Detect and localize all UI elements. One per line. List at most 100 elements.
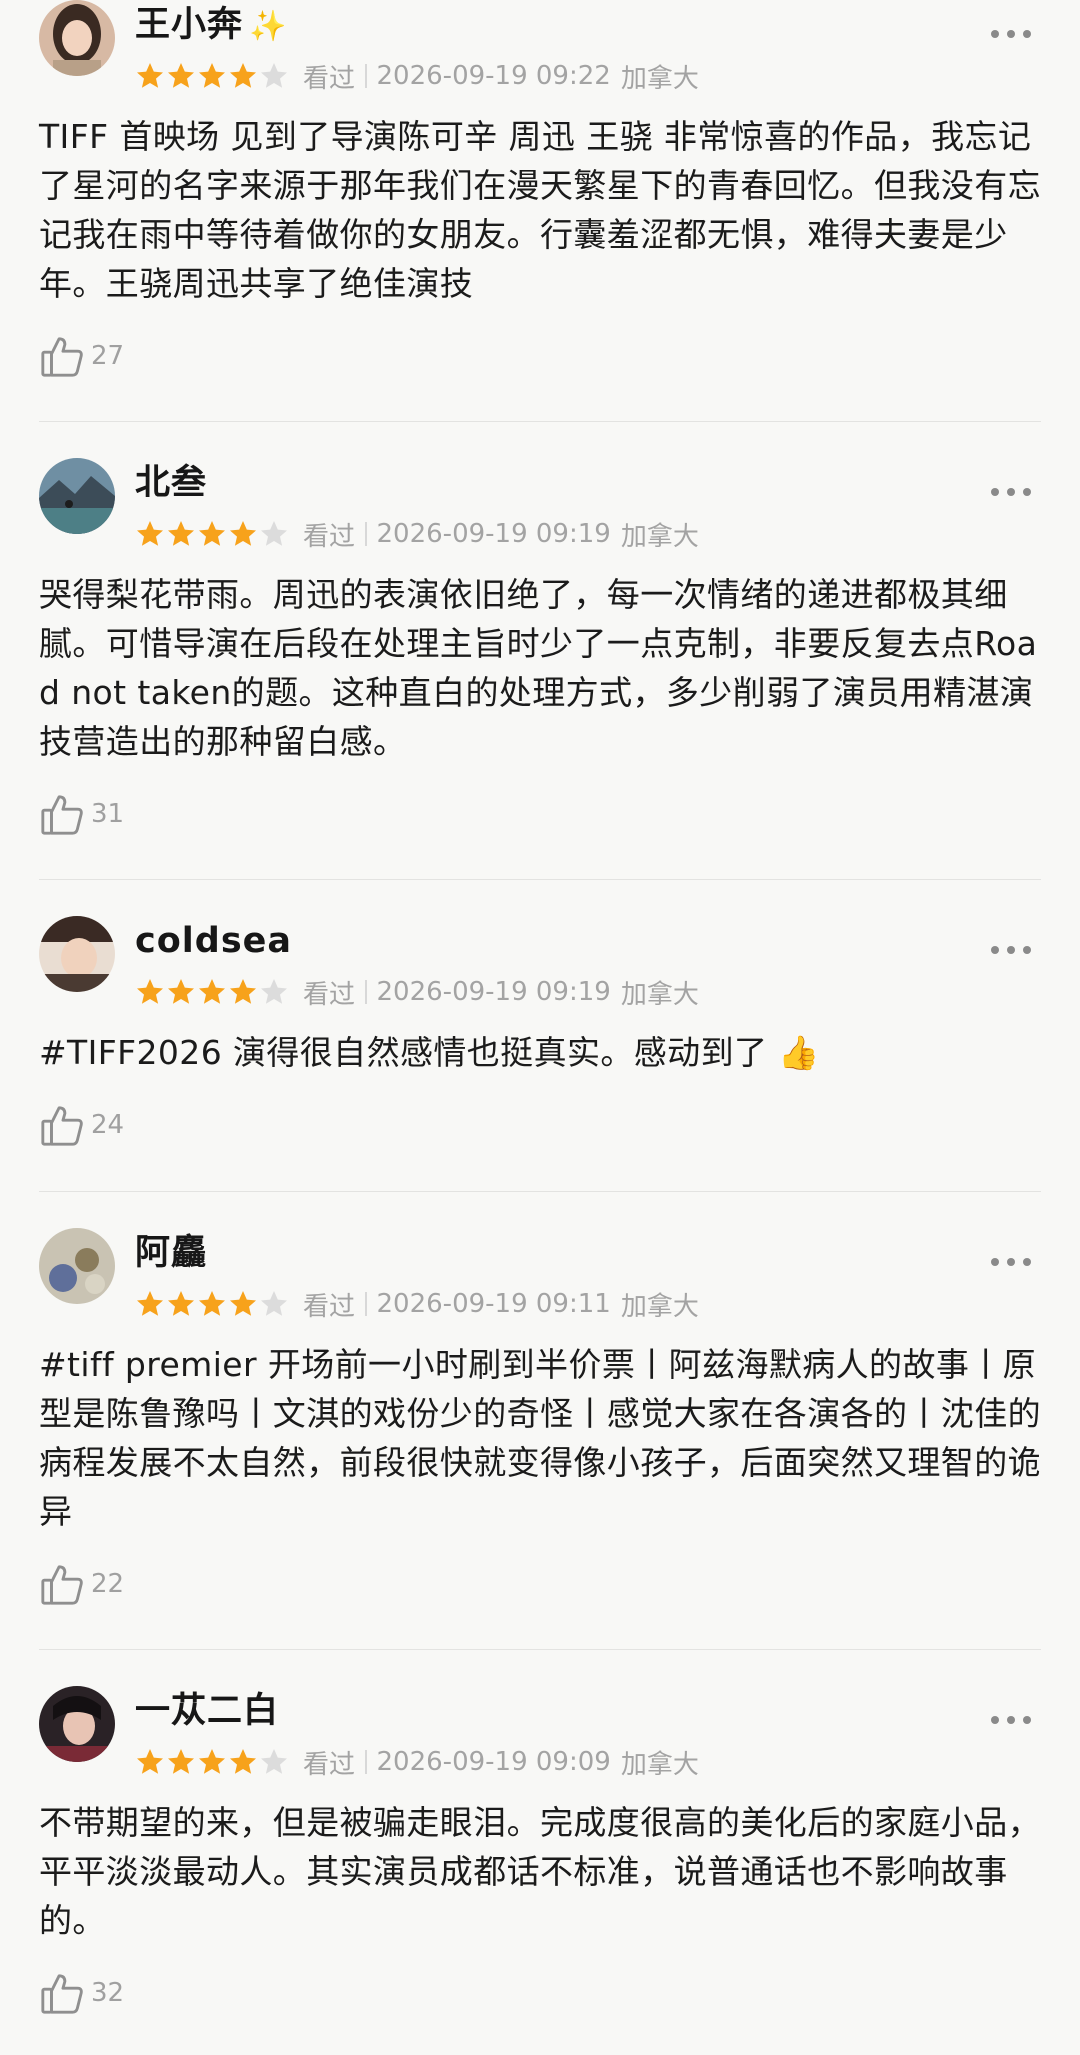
- star-filled-icon: [137, 521, 163, 546]
- review-text: #tiff premier 开场前一小时刷到半价票丨阿兹海默病人的故事丨原型是陈…: [39, 1345, 1041, 1531]
- star-filled-icon: [137, 1749, 163, 1774]
- like-count: 24: [91, 1110, 125, 1140]
- more-icon[interactable]: [991, 1710, 1031, 1730]
- like-icon: [39, 1102, 85, 1148]
- star-filled-icon: [230, 1291, 256, 1316]
- watch-status: 看过: [303, 1291, 356, 1322]
- divider: [365, 1750, 367, 1774]
- more-icon[interactable]: [991, 940, 1031, 960]
- star-filled-icon: [168, 1291, 194, 1316]
- rating-stars: [135, 1747, 289, 1777]
- star-filled-icon: [137, 63, 163, 88]
- avatar[interactable]: [39, 458, 115, 534]
- watch-status: 看过: [303, 521, 356, 552]
- review-meta: 看过 2026-09-19 09:11 加拿大: [135, 1286, 699, 1322]
- star-empty-icon: [261, 979, 287, 1004]
- divider: [365, 1292, 367, 1316]
- star-empty-icon: [261, 521, 287, 546]
- username[interactable]: coldsea: [135, 918, 292, 964]
- review-item: 一苁二白 看过 2026-09-19 09:09 加拿大 不带期望的来，但是被骗…: [39, 1650, 1041, 2055]
- username[interactable]: 阿麤: [135, 1230, 207, 1276]
- review-footer: 31: [39, 786, 1041, 842]
- like-button[interactable]: 24: [39, 1102, 124, 1148]
- like-button[interactable]: 27: [39, 333, 124, 379]
- watch-status: 看过: [303, 979, 356, 1010]
- review-footer: 24: [39, 1097, 1041, 1153]
- like-icon: [39, 1970, 85, 2016]
- more-icon[interactable]: [991, 1252, 1031, 1272]
- username[interactable]: 一苁二白: [135, 1688, 279, 1734]
- star-filled-icon: [199, 1291, 225, 1316]
- like-button[interactable]: 31: [39, 791, 124, 837]
- username[interactable]: 王小奔 ✨: [135, 2, 287, 50]
- more-icon[interactable]: [991, 24, 1031, 44]
- star-empty-icon: [261, 1749, 287, 1774]
- rating-stars: [135, 977, 289, 1007]
- review-list: 王小奔 ✨ 看过 2026-09-19 09:22 加拿大 TIFF 首映场 见到…: [0, 0, 1080, 2055]
- review-header: 王小奔 ✨ 看过 2026-09-19 09:22 加拿大: [39, 0, 1041, 104]
- like-count: 31: [91, 799, 125, 829]
- divider: [365, 64, 367, 88]
- star-filled-icon: [137, 979, 163, 1004]
- star-filled-icon: [199, 979, 225, 1004]
- like-icon: [39, 1561, 85, 1607]
- avatar[interactable]: [39, 1228, 115, 1304]
- username-text: coldsea: [135, 921, 293, 961]
- username[interactable]: 北叁: [135, 460, 207, 506]
- like-button[interactable]: 22: [39, 1561, 124, 1607]
- review-time: 2026-09-19 09:19: [376, 519, 611, 549]
- star-empty-icon: [261, 1291, 287, 1316]
- review-footer: 32: [39, 1965, 1041, 2021]
- username-text: 一苁二白: [135, 1691, 280, 1731]
- review-text: TIFF 首映场 见到了导演陈可辛 周迅 王骁 非常惊喜的作品，我忘记了星河的名…: [39, 117, 1041, 303]
- like-icon: [39, 333, 85, 379]
- watch-status: 看过: [303, 1749, 356, 1780]
- review-location: 加拿大: [620, 1291, 699, 1322]
- avatar[interactable]: [39, 916, 115, 992]
- review-header: 北叁 看过 2026-09-19 09:19 加拿大: [39, 458, 1041, 562]
- review-location: 加拿大: [620, 63, 699, 94]
- review-meta: 看过 2026-09-19 09:19 加拿大: [135, 516, 699, 552]
- star-filled-icon: [230, 1749, 256, 1774]
- star-filled-icon: [137, 1291, 163, 1316]
- like-count: 32: [91, 1978, 125, 2008]
- review-time: 2026-09-19 09:09: [376, 1747, 611, 1777]
- review-location: 加拿大: [620, 1749, 699, 1780]
- review-time: 2026-09-19 09:22: [376, 61, 611, 91]
- like-button[interactable]: 32: [39, 1970, 124, 2016]
- username-text: 王小奔: [135, 5, 244, 45]
- review-item: 北叁 看过 2026-09-19 09:19 加拿大 哭得梨花带雨。周迅的表演依…: [39, 422, 1041, 880]
- review-header: 一苁二白 看过 2026-09-19 09:09 加拿大: [39, 1686, 1041, 1790]
- review-item: 王小奔 ✨ 看过 2026-09-19 09:22 加拿大 TIFF 首映场 见到…: [39, 0, 1041, 422]
- rating-stars: [135, 519, 289, 549]
- review-location: 加拿大: [620, 521, 699, 552]
- review-footer: 27: [39, 328, 1041, 384]
- like-icon: [39, 791, 85, 837]
- divider: [365, 522, 367, 546]
- review-text: #TIFF2026 演得很自然感情也挺真实。感动到了 👍: [39, 1033, 820, 1072]
- review-footer: 22: [39, 1556, 1041, 1612]
- more-icon[interactable]: [991, 482, 1031, 502]
- star-filled-icon: [230, 521, 256, 546]
- star-filled-icon: [168, 521, 194, 546]
- avatar[interactable]: [39, 1686, 115, 1762]
- review-meta: 看过 2026-09-19 09:09 加拿大: [135, 1744, 699, 1780]
- avatar[interactable]: [39, 0, 115, 76]
- rating-stars: [135, 1289, 289, 1319]
- review-text: 不带期望的来，但是被骗走眼泪。完成度很高的美化后的家庭小品，平平淡淡最动人。其实…: [39, 1803, 1041, 1940]
- star-filled-icon: [230, 63, 256, 88]
- divider: [365, 980, 367, 1004]
- star-filled-icon: [199, 521, 225, 546]
- username-text: 阿麤: [135, 1233, 208, 1273]
- star-filled-icon: [199, 63, 225, 88]
- username-text: 北叁: [135, 463, 208, 503]
- review-time: 2026-09-19 09:11: [376, 1289, 611, 1319]
- star-filled-icon: [168, 979, 194, 1004]
- review-text: 哭得梨花带雨。周迅的表演依旧绝了，每一次情绪的递进都极其细腻。可惜导演在后段在处…: [39, 575, 1038, 761]
- review-meta: 看过 2026-09-19 09:22 加拿大: [135, 58, 699, 94]
- star-filled-icon: [199, 1749, 225, 1774]
- star-empty-icon: [261, 63, 287, 88]
- like-count: 22: [91, 1569, 125, 1599]
- review-time: 2026-09-19 09:19: [376, 977, 611, 1007]
- review-meta: 看过 2026-09-19 09:19 加拿大: [135, 974, 699, 1010]
